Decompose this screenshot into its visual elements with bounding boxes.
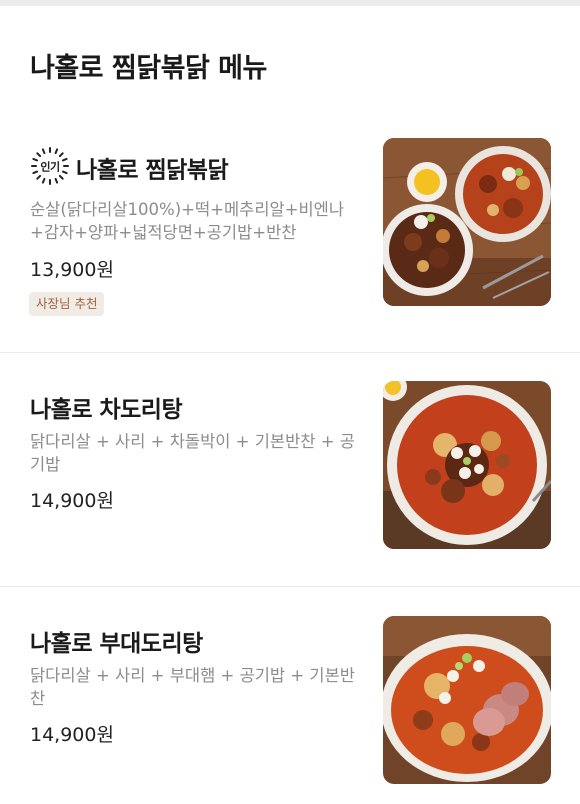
divider — [0, 352, 580, 353]
menu-item-name: 나홀로 부대도리탕 — [30, 631, 203, 657]
menu-item-price: 13,900원 — [30, 259, 114, 281]
menu-item-description: 순살(닭다리살100%)+떡+메추리알+비엔나+감자+양파+넓적당면+공기밥+반… — [30, 200, 345, 242]
top-bar — [0, 0, 580, 6]
popular-badge-icon: 인기 — [30, 146, 70, 192]
chicken-stew-dish-image[interactable] — [383, 381, 551, 549]
owner-recommend-tag: 사장님 추천 — [29, 292, 105, 316]
menu-item-price: 14,900원 — [30, 724, 114, 746]
menu-item-name: 나홀로 차도리탕 — [30, 397, 183, 423]
menu-item-price: 14,900원 — [30, 490, 114, 512]
sausage-chicken-stew-dish-image[interactable] — [383, 616, 551, 784]
menu-item-name: 나홀로 찜닭볶닭 — [76, 157, 229, 184]
page-title: 나홀로 찜닭볶닭 메뉴 — [30, 53, 267, 84]
divider — [0, 586, 580, 587]
menu-item-description: 닭다리살 + 사리 + 차돌박이 + 기본반찬 + 공기밥 — [30, 432, 355, 474]
braised-chicken-dish-image[interactable] — [383, 138, 551, 306]
popular-badge-label: 인기 — [40, 160, 59, 174]
menu-item-description: 닭다리살 + 사리 + 부대햄 + 공기밥 + 기본반찬 — [30, 666, 355, 708]
menu-item-name-row: 인기 나홀로 찜닭볶닭 — [30, 146, 229, 194]
